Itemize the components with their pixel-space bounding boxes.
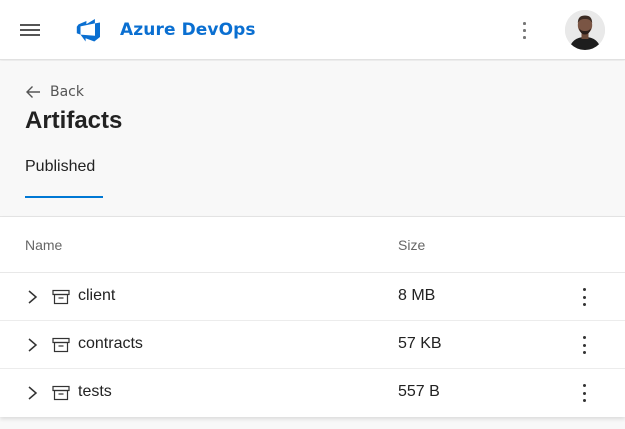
- artifact-size: 8 MB: [398, 287, 436, 304]
- artifact-icon: [52, 385, 70, 401]
- column-header-name[interactable]: Name: [25, 237, 62, 253]
- chevron-right-icon[interactable]: [26, 385, 40, 401]
- artifact-name: client: [78, 287, 116, 304]
- artifact-icon: [52, 337, 70, 353]
- page-title: Artifacts: [25, 107, 123, 134]
- page-header: Back Artifacts Published: [0, 61, 625, 216]
- arrow-left-icon: [26, 86, 40, 98]
- table-row[interactable]: tests 557 B: [0, 369, 625, 417]
- tab-selected-indicator: [25, 196, 103, 198]
- table-row[interactable]: client 8 MB: [0, 273, 625, 321]
- chevron-right-icon[interactable]: [26, 337, 40, 353]
- more-vertical-icon[interactable]: [514, 18, 534, 42]
- hamburger-icon[interactable]: [17, 20, 43, 40]
- artifacts-table: Name Size client 8 MB contracts 57 KB te…: [0, 217, 625, 417]
- tab-published[interactable]: Published: [25, 156, 103, 198]
- chevron-right-icon[interactable]: [26, 289, 40, 305]
- artifact-size: 557 B: [398, 383, 440, 400]
- tab-label: Published: [25, 158, 96, 175]
- app-title[interactable]: Azure DevOps: [120, 20, 256, 40]
- column-header-size[interactable]: Size: [398, 237, 425, 253]
- back-button[interactable]: Back: [25, 81, 84, 103]
- back-label: Back: [50, 84, 84, 100]
- azure-devops-logo-icon: [76, 19, 100, 42]
- more-vertical-icon[interactable]: [574, 285, 594, 309]
- more-vertical-icon[interactable]: [574, 333, 594, 357]
- avatar[interactable]: [565, 10, 605, 50]
- artifact-name: contracts: [78, 335, 143, 352]
- table-header: Name Size: [0, 217, 625, 273]
- table-row[interactable]: contracts 57 KB: [0, 321, 625, 369]
- more-vertical-icon[interactable]: [574, 381, 594, 405]
- person-avatar-icon: [565, 10, 605, 50]
- artifact-size: 57 KB: [398, 335, 442, 352]
- artifact-icon: [52, 289, 70, 305]
- artifact-name: tests: [78, 383, 112, 400]
- top-bar: Azure DevOps: [0, 0, 625, 60]
